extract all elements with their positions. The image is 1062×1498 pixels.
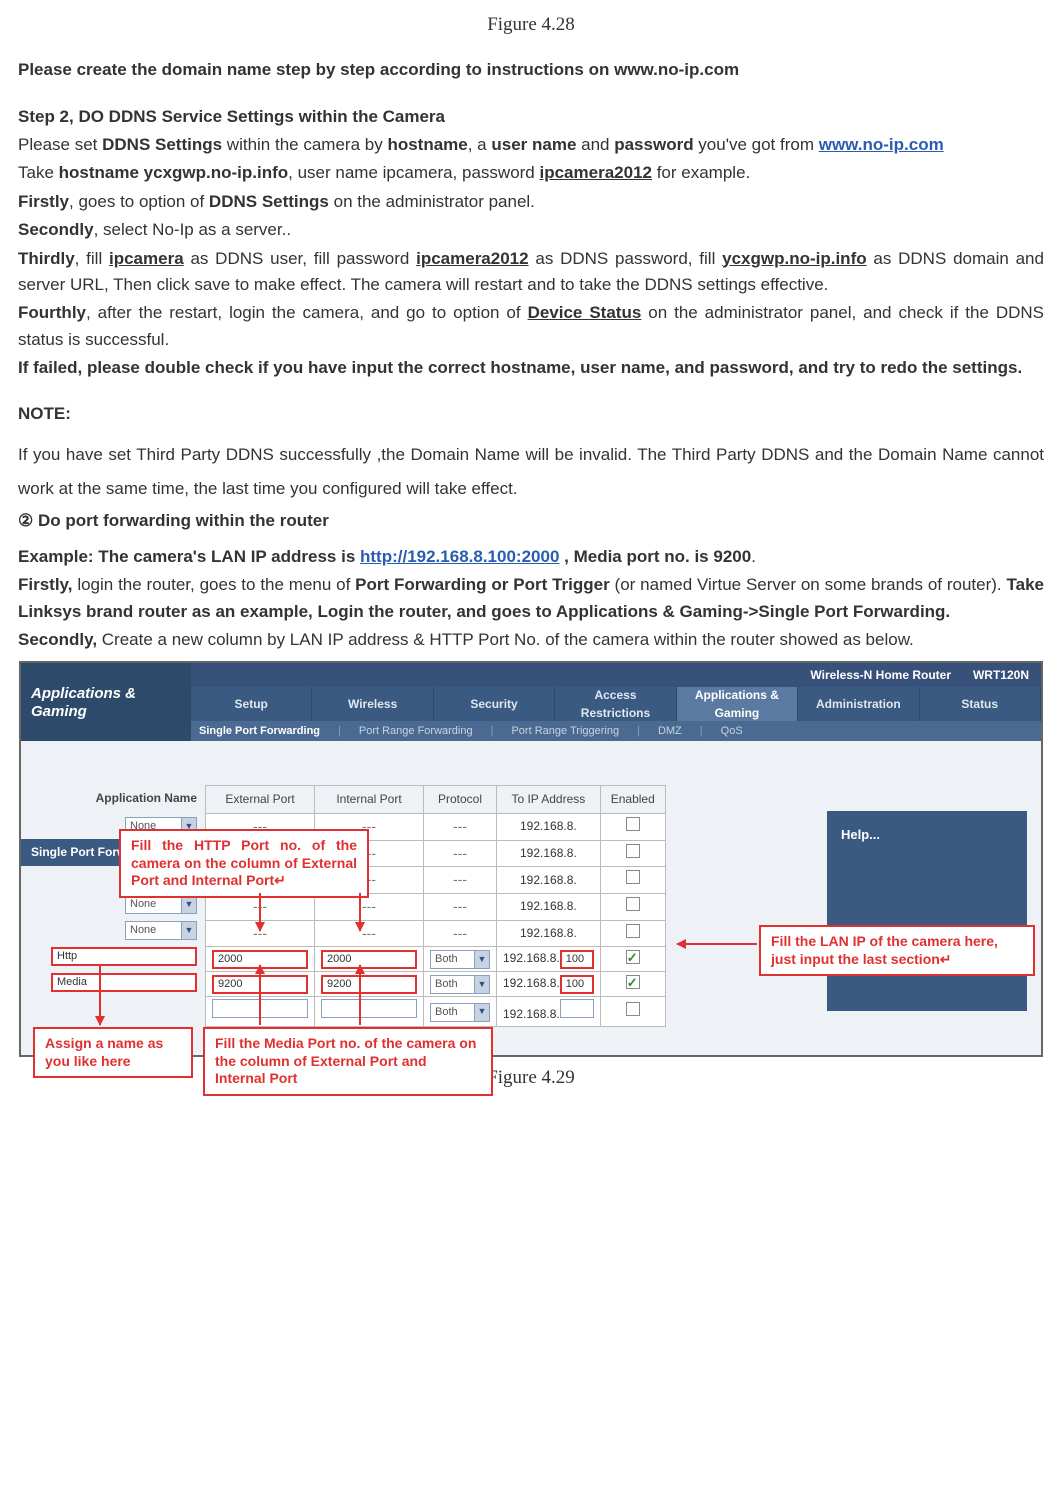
p2: Please set DDNS Settings within the came… — [18, 132, 1044, 158]
chevron-down-icon: ▼ — [474, 1004, 489, 1021]
app-name-input[interactable]: Http — [51, 947, 197, 966]
figure-caption-top: Figure 4.28 — [18, 10, 1044, 39]
nav-security[interactable]: Security — [434, 687, 555, 721]
nav-setup[interactable]: Setup — [191, 687, 312, 721]
enabled-checkbox[interactable] — [626, 817, 640, 831]
proto-select[interactable]: Both▼ — [430, 950, 490, 969]
proto-select[interactable]: Both▼ — [430, 1003, 490, 1022]
note-heading: NOTE: — [18, 401, 1044, 427]
nav-access[interactable]: Access Restrictions — [555, 687, 676, 721]
app-select[interactable]: None▼ — [125, 921, 197, 940]
chevron-down-icon: ▼ — [474, 976, 489, 993]
enabled-checkbox[interactable] — [626, 950, 640, 964]
callout-lan: Fill the LAN IP of the camera here, just… — [759, 925, 1035, 976]
subnav-port-trigger[interactable]: Port Range Triggering — [511, 723, 619, 740]
ip-last-input[interactable]: 100 — [560, 950, 594, 969]
router-topbar: Wireless-N Home Router WRT120N — [191, 663, 1041, 687]
enabled-checkbox[interactable] — [626, 844, 640, 858]
enabled-checkbox[interactable] — [626, 924, 640, 938]
app-name-input[interactable]: Media — [51, 973, 197, 992]
table-row: 9200 9200 Both▼ 192.168.8.100 — [206, 972, 666, 997]
p12: Firstly, login the router, goes to the m… — [18, 572, 1044, 625]
col-ip: To IP Address — [497, 786, 601, 814]
p3: Take hostname ycxgwp.no-ip.info, user na… — [18, 160, 1044, 186]
subnav-dmz[interactable]: DMZ — [658, 723, 682, 740]
router-side-title: Applications & Gaming — [21, 663, 191, 729]
p13: Secondly, Create a new column by LAN IP … — [18, 627, 1044, 653]
int-port-input[interactable]: 9200 — [321, 975, 417, 994]
p7: Fourthly, after the restart, login the c… — [18, 300, 1044, 353]
int-port-input[interactable] — [321, 999, 417, 1018]
enabled-checkbox[interactable] — [626, 870, 640, 884]
ip-last-input[interactable] — [560, 999, 594, 1018]
subnav-qos[interactable]: QoS — [721, 723, 743, 740]
intro-para: Please create the domain name step by st… — [18, 57, 1044, 83]
app-select[interactable]: None▼ — [125, 895, 197, 914]
p9: If you have set Third Party DDNS success… — [18, 438, 1044, 506]
p4: Firstly, goes to option of DDNS Settings… — [18, 189, 1044, 215]
router-screenshot: Wireless-N Home Router WRT120N Applicati… — [19, 661, 1043, 1057]
arrow-icon — [259, 965, 261, 1025]
p11: Example: The camera's LAN IP address is … — [18, 544, 1044, 570]
chevron-down-icon: ▼ — [181, 896, 196, 913]
noip-link[interactable]: www.no-ip.com — [819, 135, 944, 154]
nav-status[interactable]: Status — [920, 687, 1041, 721]
p8: If failed, please double check if you ha… — [18, 355, 1044, 381]
enabled-checkbox[interactable] — [626, 1002, 640, 1016]
int-port-input[interactable]: 2000 — [321, 950, 417, 969]
table-header-row: External Port Internal Port Protocol To … — [206, 786, 666, 814]
router-brand: Wireless-N Home Router — [810, 666, 951, 685]
nav-wireless[interactable]: Wireless — [312, 687, 433, 721]
router-nav: Setup Wireless Security Access Restricti… — [191, 687, 1041, 721]
callout-media: Fill the Media Port no. of the camera on… — [203, 1027, 493, 1096]
subnav-port-range[interactable]: Port Range Forwarding — [359, 723, 473, 740]
router-content: Single Port Forwarding Application Name … — [21, 741, 1041, 1055]
subnav-single-port[interactable]: Single Port Forwarding — [199, 723, 320, 740]
arrow-icon — [359, 893, 361, 931]
p5: Secondly, select No-Ip as a server.. — [18, 217, 1044, 243]
p6: Thirdly, fill ipcamera as DDNS user, fil… — [18, 246, 1044, 299]
col-int: Internal Port — [315, 786, 424, 814]
nav-apps-gaming[interactable]: Applications & Gaming — [677, 687, 798, 721]
chevron-down-icon: ▼ — [474, 951, 489, 968]
enabled-checkbox[interactable] — [626, 975, 640, 989]
router-subnav: Single Port Forwarding| Port Range Forwa… — [191, 721, 1041, 741]
arrow-icon — [259, 893, 261, 931]
router-model: WRT120N — [973, 663, 1029, 687]
help-panel[interactable]: Help... — [827, 811, 1027, 1011]
p10: ② Do port forwarding within the router — [18, 508, 1044, 534]
callout-http: Fill the HTTP Port no. of the camera on … — [119, 829, 369, 898]
lan-ip-link[interactable]: http://192.168.8.100:2000 — [360, 547, 559, 566]
chevron-down-icon: ▼ — [181, 922, 196, 939]
arrow-icon — [359, 965, 361, 1025]
col-enabled: Enabled — [600, 786, 665, 814]
table-row: 2000 2000 Both▼ 192.168.8.100 — [206, 947, 666, 972]
step2-title: Step 2, DO DDNS Service Settings within … — [18, 104, 1044, 130]
callout-name: Assign a name as you like here — [33, 1027, 193, 1078]
enabled-checkbox[interactable] — [626, 897, 640, 911]
col-ext: External Port — [206, 786, 315, 814]
table-row: ---------192.168.8. — [206, 920, 666, 947]
arrow-icon — [99, 965, 101, 1025]
col-proto: Protocol — [424, 786, 497, 814]
proto-select[interactable]: Both▼ — [430, 975, 490, 994]
ip-last-input[interactable]: 100 — [560, 975, 594, 994]
port-forward-table: External Port Internal Port Protocol To … — [205, 785, 666, 1027]
appname-header: Application Name — [35, 785, 203, 814]
arrow-icon — [677, 943, 757, 945]
nav-admin[interactable]: Administration — [798, 687, 919, 721]
table-row: Both▼ 192.168.8. — [206, 997, 666, 1027]
